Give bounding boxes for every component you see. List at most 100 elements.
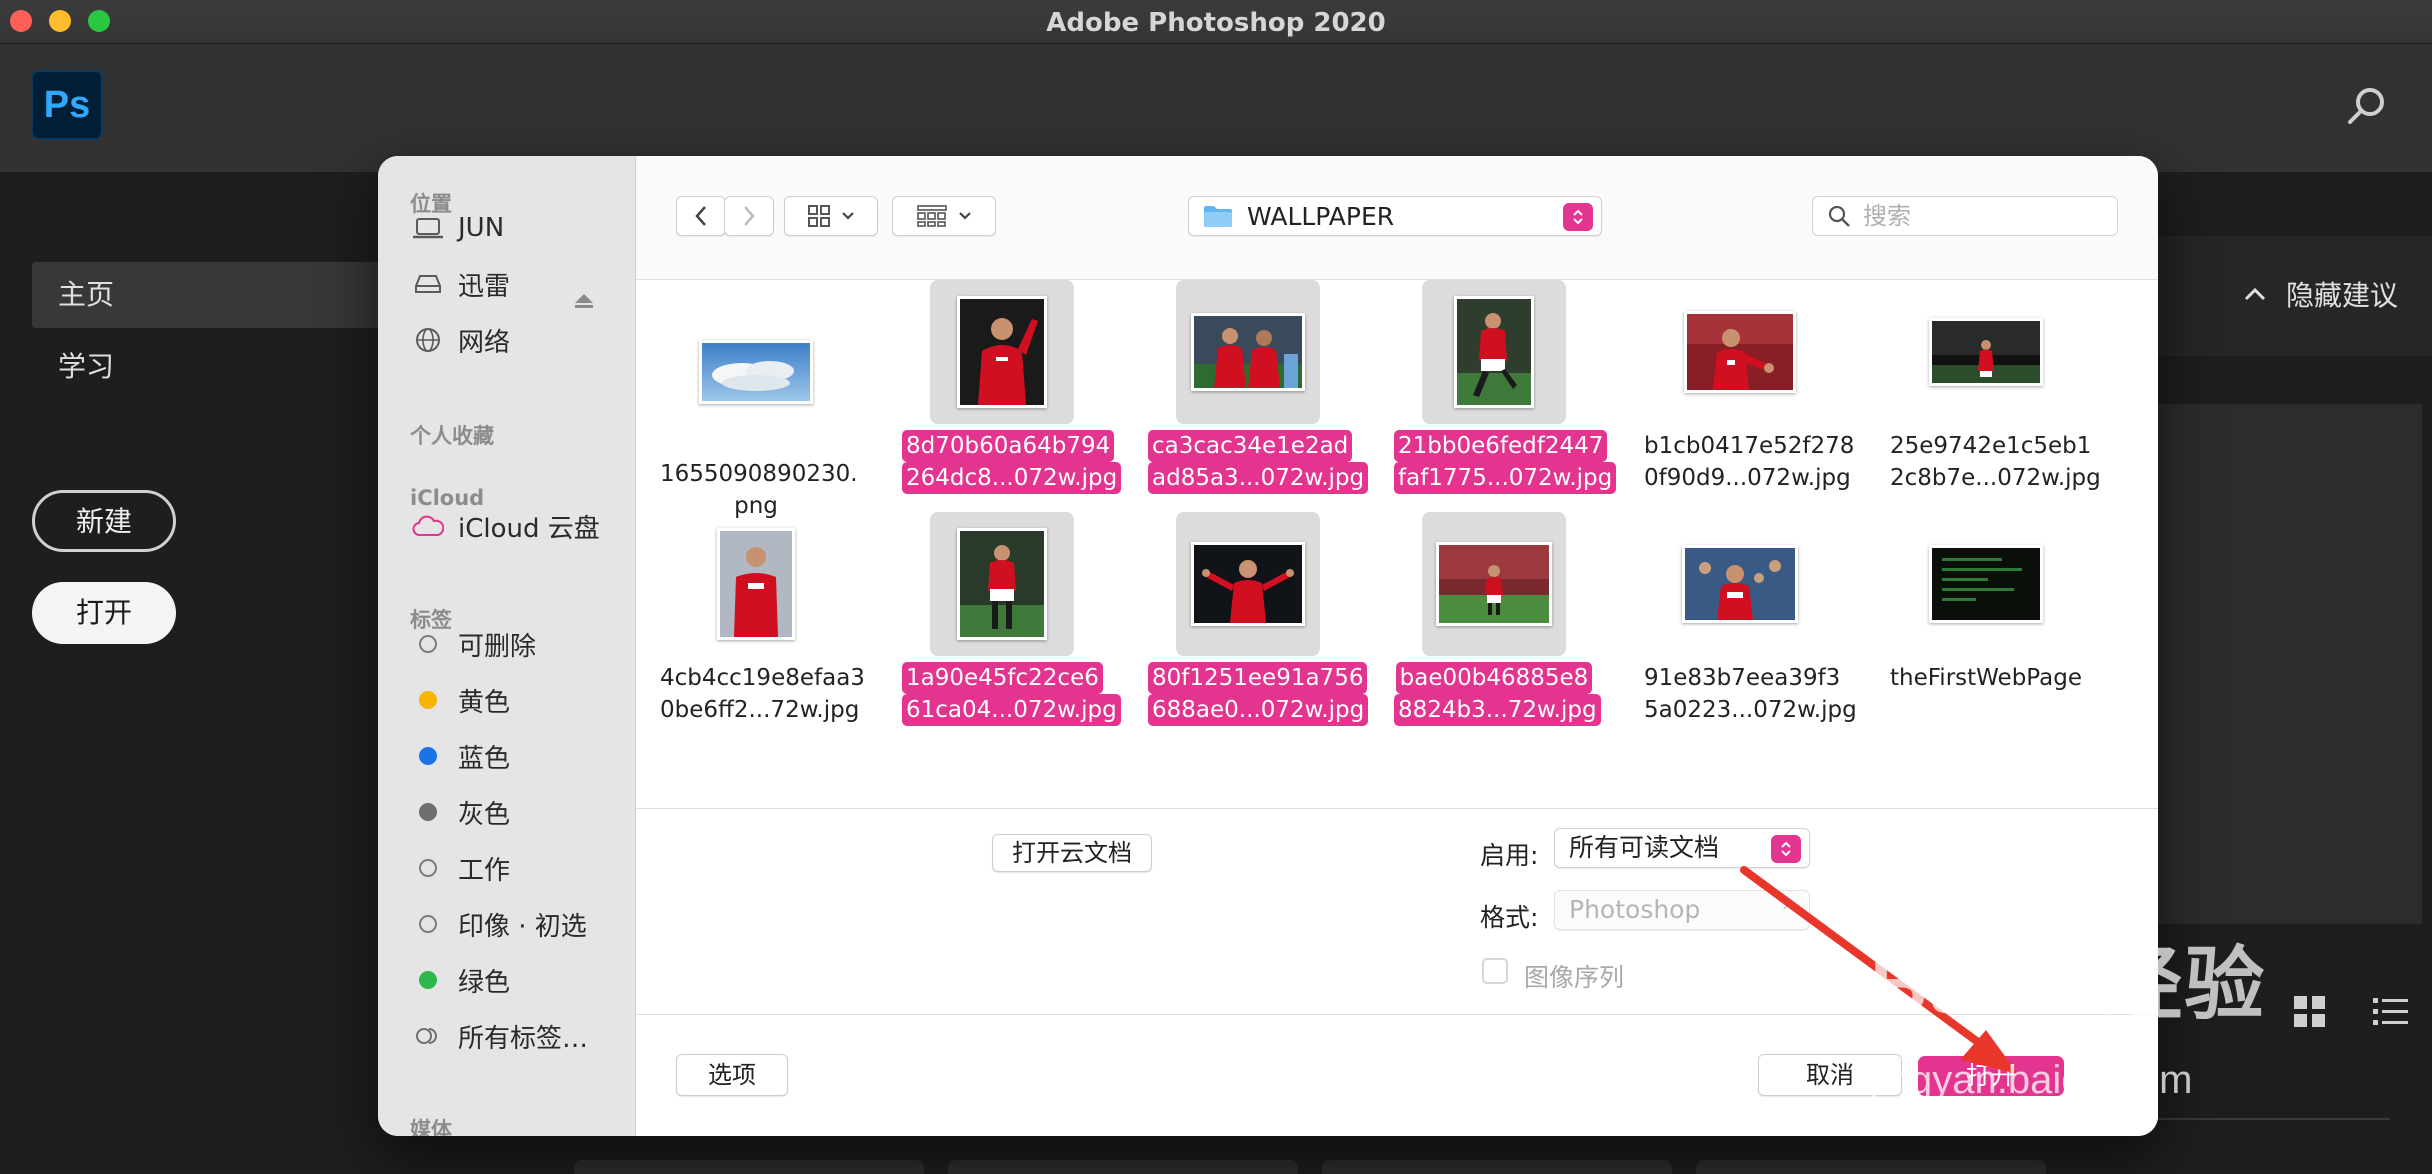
sidebar-item-label: 工作 bbox=[458, 855, 511, 886]
file-name: 91e83b7eea39f3 5a0223...072w.jpg bbox=[1644, 665, 1857, 723]
format-select-value: Photoshop bbox=[1569, 895, 1701, 924]
file-thumbnail bbox=[1668, 512, 1812, 656]
folder-name: WALLPAPER bbox=[1247, 201, 1395, 231]
folder-icon bbox=[1204, 206, 1232, 227]
folder-path-popup[interactable]: WALLPAPER bbox=[1188, 196, 1602, 236]
sidebar-item-label: iCloud 云盘 bbox=[458, 513, 600, 544]
view-mode-button[interactable] bbox=[784, 196, 878, 236]
sidebar-item-label: 蓝色 bbox=[458, 743, 511, 774]
eject-icon[interactable] bbox=[574, 293, 594, 309]
file-name: theFirstWebPage bbox=[1890, 665, 2082, 691]
chevron-down-icon bbox=[959, 212, 971, 220]
popup-stepper-icon bbox=[1771, 835, 1801, 863]
globe-icon bbox=[412, 324, 444, 356]
sidebar-item-network[interactable]: 网络 bbox=[412, 320, 510, 360]
file-thumbnail bbox=[930, 280, 1074, 424]
file-browser-pane: WALLPAPER 1655090890230.png bbox=[636, 156, 2158, 1136]
options-button[interactable]: 选项 bbox=[676, 1054, 788, 1096]
open-cloud-document-button[interactable]: 打开云文档 bbox=[992, 834, 1152, 872]
stepper-icon bbox=[1783, 903, 1793, 910]
chevron-left-icon bbox=[695, 206, 706, 226]
search-field[interactable] bbox=[1812, 196, 2118, 236]
sidebar-item-label: 印像 · 初选 bbox=[458, 911, 587, 942]
grid-view-icon[interactable] bbox=[2290, 992, 2330, 1032]
file-name: 1a90e45fc22ce6 61ca04...072w.jpg bbox=[902, 662, 1121, 726]
sidebar-item-jun[interactable]: JUN bbox=[412, 208, 504, 248]
cancel-button[interactable]: 取消 bbox=[1758, 1054, 1902, 1096]
list-view-icon[interactable] bbox=[2370, 992, 2410, 1032]
divider bbox=[636, 1014, 2158, 1015]
recent-file-thumb[interactable] bbox=[574, 1160, 924, 1174]
forward-button[interactable] bbox=[724, 196, 774, 236]
back-button[interactable] bbox=[676, 196, 726, 236]
open-file-dialog: 位置 JUN 迅雷 网络 个人收藏 iCloud iCloud 云盘 标签 可删… bbox=[378, 156, 2158, 1136]
sidebar-tag-green[interactable]: 绿色 bbox=[412, 960, 510, 1000]
section-favorites: 个人收藏 bbox=[410, 424, 494, 448]
app-header: Ps bbox=[0, 44, 2432, 172]
sidebar-item-label: 所有标签… bbox=[458, 1023, 589, 1054]
icon-view-icon bbox=[808, 205, 830, 227]
file-grid: 1655090890230. png 8d70b60a64b794 264dc8..… bbox=[636, 280, 2158, 726]
sidebar-tag-all[interactable]: 所有标签… bbox=[412, 1016, 588, 1056]
sidebar-tag-removable[interactable]: 可删除 bbox=[412, 624, 536, 664]
file-name: b1cb0417e52f278 0f90d9...072w.jpg bbox=[1644, 433, 1855, 491]
file-thumbnail bbox=[1422, 280, 1566, 424]
sidebar-item-label: 绿色 bbox=[458, 967, 511, 998]
sidebar-item-icloud-drive[interactable]: iCloud 云盘 bbox=[412, 506, 600, 546]
dialog-open-button[interactable]: 打开 bbox=[1918, 1056, 2064, 1096]
popup-stepper-icon bbox=[1563, 203, 1593, 231]
sidebar-tag-work[interactable]: 工作 bbox=[412, 848, 510, 888]
format-select[interactable]: Photoshop bbox=[1554, 890, 1810, 930]
enable-select[interactable]: 所有可读文档 bbox=[1554, 828, 1810, 868]
drive-icon bbox=[412, 268, 444, 300]
file-name: 21bb0e6fedf2447 faf1775...072w.jpg bbox=[1394, 430, 1617, 494]
laptop-icon bbox=[412, 212, 444, 244]
section-media: 媒体 bbox=[410, 1118, 452, 1136]
window-titlebar: Adobe Photoshop 2020 bbox=[0, 0, 2432, 44]
hide-suggestions-toggle[interactable]: 隐藏建议 bbox=[2244, 274, 2398, 314]
file-name: 8d70b60a64b794 264dc8...072w.jpg bbox=[902, 430, 1122, 494]
enable-select-value: 所有可读文档 bbox=[1569, 833, 1720, 862]
recent-file-thumb[interactable] bbox=[948, 1160, 1298, 1174]
dialog-toolbar: WALLPAPER bbox=[636, 156, 2158, 280]
sidebar-item-label: 迅雷 bbox=[458, 271, 511, 302]
tag-dot-icon bbox=[419, 859, 437, 877]
nav-item-learn[interactable]: 学习 bbox=[32, 334, 378, 400]
nav-item-home[interactable]: 主页 bbox=[32, 262, 378, 328]
file-thumbnail bbox=[684, 300, 828, 444]
sidebar-tag-gray[interactable]: 灰色 bbox=[412, 792, 510, 832]
file-thumbnail bbox=[1668, 280, 1812, 424]
image-sequence-checkbox[interactable] bbox=[1482, 958, 1508, 984]
file-thumbnail bbox=[684, 512, 828, 656]
hide-suggestions-label: 隐藏建议 bbox=[2286, 279, 2399, 312]
file-name: 80f1251ee91a756 688ae0...072w.jpg bbox=[1148, 662, 1369, 726]
sidebar-item-label: 可删除 bbox=[458, 631, 537, 662]
new-button[interactable]: 新建 bbox=[32, 490, 176, 552]
search-input[interactable] bbox=[1863, 202, 2083, 230]
suggestion-card bbox=[2140, 404, 2422, 924]
tag-dot-icon bbox=[419, 635, 437, 653]
all-tags-icon bbox=[412, 1020, 444, 1052]
sidebar-tag-blue[interactable]: 蓝色 bbox=[412, 736, 510, 776]
open-button[interactable]: 打开 bbox=[32, 582, 176, 644]
tag-dot-icon bbox=[419, 747, 437, 765]
sidebar-item-label: JUN bbox=[458, 213, 505, 243]
chevron-up-icon bbox=[2244, 287, 2266, 301]
search-icon[interactable] bbox=[2342, 82, 2392, 132]
recent-file-thumb[interactable] bbox=[1696, 1160, 2046, 1174]
home-left-nav: 主页 学习 新建 打开 bbox=[0, 172, 378, 1174]
sidebar-item-label: 灰色 bbox=[458, 799, 511, 830]
file-name: 25e9742e1c5eb1 2c8b7e...072w.jpg bbox=[1890, 433, 2101, 491]
recent-file-thumb[interactable] bbox=[1322, 1160, 1672, 1174]
image-sequence-label: 图像序列 bbox=[1524, 963, 1625, 992]
finder-sidebar: 位置 JUN 迅雷 网络 个人收藏 iCloud iCloud 云盘 标签 可删… bbox=[378, 156, 636, 1136]
photoshop-logo: Ps bbox=[31, 70, 103, 140]
group-by-button[interactable] bbox=[892, 196, 996, 236]
file-thumbnail bbox=[1422, 512, 1566, 656]
divider bbox=[2140, 1118, 2390, 1120]
sidebar-tag-yellow[interactable]: 黄色 bbox=[412, 680, 510, 720]
sidebar-tag-first-pick[interactable]: 印像 · 初选 bbox=[412, 904, 587, 944]
sidebar-item-xunlei[interactable]: 迅雷 bbox=[412, 264, 510, 304]
tag-dot-icon bbox=[419, 971, 437, 989]
view-toggle bbox=[2290, 992, 2410, 1032]
